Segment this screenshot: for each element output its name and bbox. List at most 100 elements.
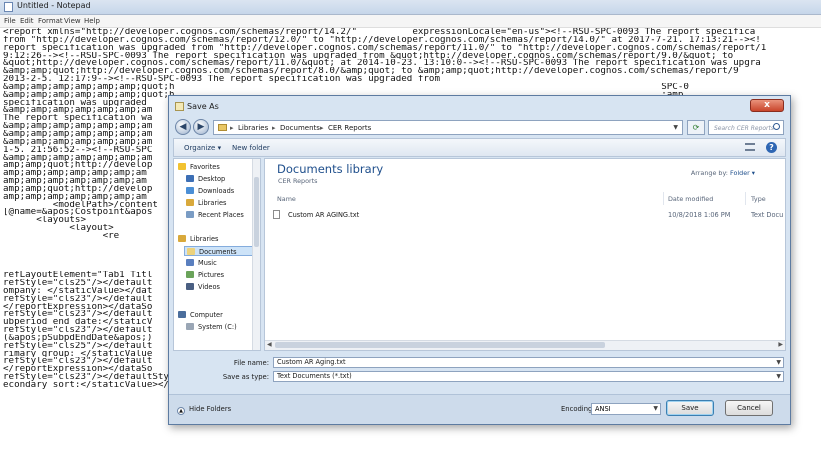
libraries-icon [178,235,186,242]
encoding-label: Encoding: [561,405,595,413]
desktop-icon [186,175,194,182]
nav-music[interactable]: Music [186,258,217,268]
editor-line: &amp;amp;quot;http://developer.cognos.co… [3,67,739,76]
nav-libraries-fav[interactable]: Libraries [186,198,226,208]
help-icon[interactable]: ? [766,142,777,153]
library-title: Documents library [277,162,384,176]
scrollbar-thumb[interactable] [254,177,259,247]
nav-downloads[interactable]: Downloads [186,186,234,196]
dialog-footer: ▲ Hide Folders Encoding: ANSI ▼ Save Canc… [169,394,790,424]
save-type-select[interactable]: Text Documents (*.txt) ▼ [273,371,784,382]
nav-videos[interactable]: Videos [186,282,220,292]
menu-view[interactable]: View [64,17,81,25]
refresh-button[interactable]: ⟳ [687,120,705,135]
breadcrumb-libraries[interactable]: Libraries [238,124,268,132]
search-placeholder: Search CER Reports [714,125,774,132]
forward-button[interactable]: ▶ [193,119,209,135]
file-type: Text Docu [751,211,784,219]
scroll-right-icon[interactable]: ▶ [778,341,783,348]
folder-icon [218,124,227,131]
cancel-button[interactable]: Cancel [725,400,773,416]
back-button[interactable]: ◀ [175,119,191,135]
dialog-icon [175,102,184,111]
save-type-value: Text Documents (*.txt) [277,372,352,380]
organize-button[interactable]: Organize ▾ [184,144,221,152]
file-date: 10/8/2018 1:06 PM [668,211,731,219]
file-list-pane: Documents library CER Reports Arrange by… [264,158,786,351]
column-separator[interactable] [745,192,746,205]
file-row[interactable]: Custom AR AGING.txt 10/8/2018 1:06 PM Te… [273,209,783,221]
file-name-dropdown-icon[interactable]: ▼ [776,358,781,367]
encoding-select[interactable]: ANSI ▼ [591,403,661,415]
nav-desktop[interactable]: Desktop [186,174,225,184]
search-input[interactable]: Search CER Reports [708,120,784,135]
search-icon [773,123,780,130]
file-name-label: File name: [233,359,269,367]
file-name-value: Custom AR Aging.txt [277,358,346,366]
nav-label: Documents [199,248,237,256]
nav-system-c[interactable]: System (C:) [186,322,237,332]
pictures-icon [186,271,194,278]
nav-computer[interactable]: Computer [178,310,223,320]
breadcrumb-separator-icon: ▸ [230,124,234,132]
encoding-value: ANSI [595,405,611,413]
notepad-icon [4,2,13,12]
nav-label: System (C:) [198,323,237,331]
menu-edit[interactable]: Edit [20,17,34,25]
column-separator[interactable] [663,192,664,205]
editor-line: 2013-2-5. 12:17:9--><!--RSU-SPC-0093 The… [3,75,440,83]
breadcrumb-documents[interactable]: Documents [280,124,320,132]
nav-pictures[interactable]: Pictures [186,270,224,280]
editor-line: report specification was upgraded from "… [3,43,767,52]
arrange-label: Arrange by: [690,169,728,177]
file-list-scrollbar[interactable]: ◀ ▶ [265,340,785,350]
views-icon[interactable] [745,143,755,151]
scrollbar-thumb[interactable] [275,342,605,348]
menu-format[interactable]: Format [38,17,63,25]
nav-favorites[interactable]: Favorites [178,162,220,172]
nav-label: Libraries [190,235,219,243]
nav-scrollbar[interactable] [252,159,260,350]
breadcrumb-separator-icon: ▸ [272,124,276,132]
nav-libraries[interactable]: Libraries [178,234,218,244]
new-folder-button[interactable]: New folder [232,144,270,152]
recent-places-icon [186,211,194,218]
arrange-value[interactable]: Folder ▾ [730,169,755,177]
column-header-date[interactable]: Date modified [668,195,713,203]
scroll-left-icon[interactable]: ◀ [267,341,272,348]
save-type-dropdown-icon[interactable]: ▼ [776,372,781,381]
hide-folders-button[interactable]: ▲ Hide Folders [177,405,231,415]
drive-icon [186,323,194,330]
encoding-dropdown-icon[interactable]: ▼ [653,404,658,414]
save-button[interactable]: Save [666,400,714,416]
menu-file[interactable]: File [4,17,16,25]
menu-bar: File Edit Format View Help [0,15,821,28]
dialog-title: Save As [187,102,219,111]
nav-label: Music [198,259,217,267]
close-button[interactable]: x [750,99,784,112]
refresh-icon: ⟳ [692,123,700,132]
column-header-name[interactable]: Name [277,195,296,203]
menu-help[interactable]: Help [84,17,100,25]
nav-recent-places[interactable]: Recent Places [186,210,244,220]
address-bar[interactable]: ▸ Libraries ▸ Documents ▸ CER Reports ▼ [213,120,683,135]
forward-arrow-icon: ▶ [197,122,205,132]
nav-label: Recent Places [198,211,244,219]
nav-label: Favorites [190,163,220,171]
nav-documents[interactable]: Documents [184,246,254,256]
breadcrumb-cer-reports[interactable]: CER Reports [328,124,371,132]
editor-line: <report xmlns="http://developer.cognos.c… [3,28,756,36]
editor-line: &amp;amp;amp;amp;amp;amp;quot;h SPC-0 [3,82,689,91]
library-subtitle: CER Reports [278,177,318,185]
chevron-up-icon: ▲ [177,407,185,415]
window-title: Untitled - Notepad [17,1,91,10]
arrange-by[interactable]: Arrange by: Folder ▾ [691,169,755,177]
editor-line: 9:12:26--><!--RSU-SPC-0093 The report sp… [3,51,734,60]
editor-line: &quot;http://developer.cognos.com/schema… [3,59,761,68]
navigation-pane: Favorites Desktop Downloads Libraries Re… [173,158,261,351]
file-name-field[interactable]: Custom AR Aging.txt ▼ [273,357,784,368]
address-dropdown-icon[interactable]: ▼ [673,124,678,131]
computer-icon [178,311,186,318]
notepad-title-bar[interactable]: Untitled - Notepad [0,0,821,15]
column-header-type[interactable]: Type [751,195,766,203]
